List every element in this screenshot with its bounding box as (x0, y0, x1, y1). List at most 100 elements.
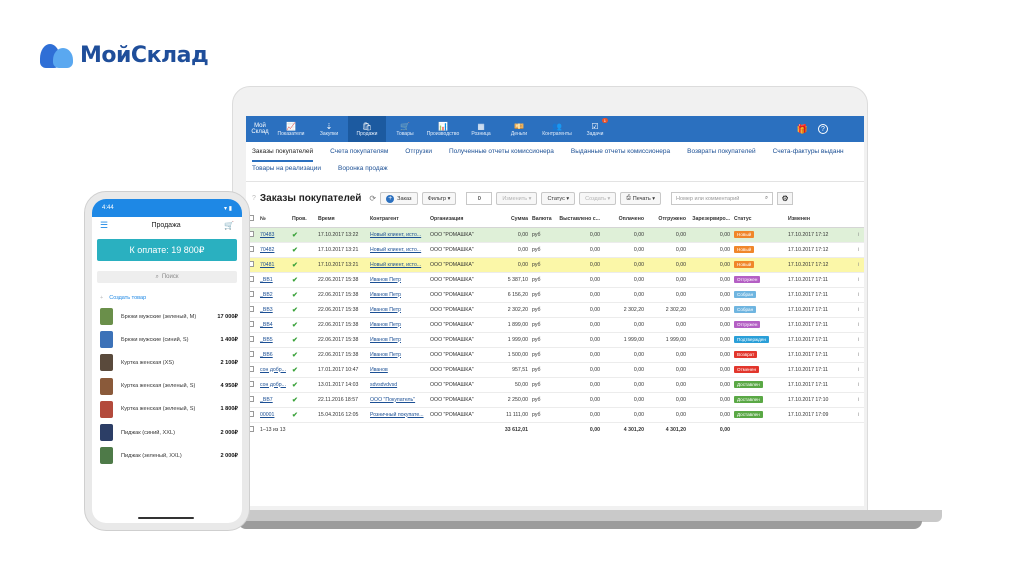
status-badge[interactable]: Доставлен (734, 411, 763, 418)
column-header[interactable]: Зарезервиро... (688, 211, 732, 228)
counterparty-link[interactable]: sdvsdvdvsd (370, 382, 397, 388)
filter-button[interactable]: Фильтр ▾ (421, 192, 457, 205)
search-input[interactable]: Номер или комментарий ⌕ (671, 192, 774, 205)
column-header[interactable] (856, 211, 864, 228)
change-button[interactable]: Изменить ▾ (496, 192, 538, 205)
column-header[interactable]: Изменен (786, 211, 856, 228)
subtab-6[interactable]: Счета-фактуры выданн (773, 148, 844, 162)
table-row[interactable]: _BB4 ✔ 22.06.2017 15:38 Иванов Петр ООО "РОМ… (246, 317, 864, 333)
product-item[interactable]: Куртка женская (зеленый, S) 4 950₽ (92, 375, 242, 398)
column-header[interactable]: Контрагент (368, 211, 428, 228)
product-item[interactable]: Брюки мужские (зеленый, M) 17 000₽ (92, 305, 242, 328)
column-header[interactable]: Оплачено (602, 211, 646, 228)
subtab-row2-0[interactable]: Товары на реализации (252, 165, 321, 179)
counterparty-link[interactable]: Иванов Петр (370, 277, 401, 283)
counterparty-link[interactable]: Новый клиент, исто... (370, 247, 421, 253)
order-number-link[interactable]: 00001 (260, 412, 274, 418)
column-header[interactable]: № (258, 211, 290, 228)
nav-item-1[interactable]: ⇣ Закупки (310, 116, 348, 142)
nav-item-4[interactable]: 📊 Производство (424, 116, 462, 142)
product-item[interactable]: Пиджак (синий, XXL) 2 000₽ (92, 421, 242, 444)
menu-hamburger-icon[interactable]: ☰ (100, 220, 108, 231)
column-header[interactable]: Сумма (490, 211, 530, 228)
subtab-1[interactable]: Счета покупателям (330, 148, 388, 162)
order-number-link[interactable]: сон добр... (260, 382, 286, 388)
order-number-link[interactable]: _BB4 (260, 322, 273, 328)
counterparty-link[interactable]: Розничный покупате... (370, 412, 424, 418)
table-row[interactable]: 70481 ✔ 17.10.2017 13:21 Новый клиент, исто… (246, 257, 864, 273)
nav-item-7[interactable]: 👥 Контрагенты (538, 116, 576, 142)
counterparty-link[interactable]: Иванов (370, 367, 388, 373)
subtab-3[interactable]: Полученные отчеты комиссионера (449, 148, 554, 162)
order-number-link[interactable]: _BB2 (260, 292, 273, 298)
nav-item-6[interactable]: 💴 Деньги (500, 116, 538, 142)
counterparty-link[interactable]: Иванов Петр (370, 337, 401, 343)
nav-item-2[interactable]: 🛍 Продажи (348, 116, 386, 142)
subtab-2[interactable]: Отгрузки (405, 148, 432, 162)
status-badge[interactable]: Отгружен (734, 276, 761, 283)
status-badge[interactable]: Подтвержден (734, 336, 769, 343)
status-badge[interactable]: Отменен (734, 366, 760, 373)
order-number-link[interactable]: 70482 (260, 247, 274, 253)
order-number-link[interactable]: сон добр... (260, 367, 286, 373)
column-header[interactable]: Отгружено (646, 211, 688, 228)
help-icon[interactable]: ? (818, 123, 828, 134)
subtab-row2-1[interactable]: Воронка продаж (338, 165, 388, 179)
nav-item-0[interactable]: 📈 Показатели (272, 116, 310, 142)
gift-icon[interactable]: 🎁 (797, 124, 808, 135)
table-row[interactable]: _BB3 ✔ 22.06.2017 15:38 Иванов Петр ООО "РОМ… (246, 302, 864, 318)
status-badge[interactable]: Доставлен (734, 396, 763, 403)
subtab-5[interactable]: Возвраты покупателей (687, 148, 756, 162)
counterparty-link[interactable]: Иванов Петр (370, 322, 401, 328)
nav-item-5[interactable]: ▦ Розница (462, 116, 500, 142)
product-item[interactable]: Пиджак (зеленый, XXL) 2 000₽ (92, 444, 242, 467)
nav-item-8[interactable]: ☑ Задачи 1 (576, 116, 614, 142)
product-item[interactable]: Куртка женская (XS) 2 100₽ (92, 351, 242, 374)
table-row[interactable]: 70483 ✔ 17.10.2017 13:22 Новый клиент, исто… (246, 227, 864, 243)
counterparty-link[interactable]: Иванов Петр (370, 307, 401, 313)
order-number-link[interactable]: _BB1 (260, 277, 273, 283)
counterparty-link[interactable]: Новый клиент, исто... (370, 262, 421, 268)
subtab-0[interactable]: Заказы покупателей (252, 148, 314, 162)
nav-item-3[interactable]: 🛒 Товары (386, 116, 424, 142)
create-button[interactable]: Создать ▾ (579, 192, 617, 205)
table-row[interactable]: _BB5 ✔ 22.06.2017 15:38 Иванов Петр ООО "РОМ… (246, 332, 864, 348)
status-badge[interactable]: Новый (734, 231, 755, 238)
status-button[interactable]: Статус ▾ (541, 192, 576, 205)
cart-icon[interactable]: 🛒 (224, 221, 234, 230)
counterparty-link[interactable]: Иванов Петр (370, 352, 401, 358)
counterparty-link[interactable]: ООО "Покупатель" (370, 397, 415, 403)
order-number-link[interactable]: _BB3 (260, 307, 273, 313)
order-number-link[interactable]: _BB5 (260, 337, 273, 343)
order-number-link[interactable]: 70481 (260, 262, 274, 268)
product-item[interactable]: Брюки мужские (синий, S) 1 400₽ (92, 328, 242, 351)
order-number-link[interactable]: _BB7 (260, 397, 273, 403)
print-button[interactable]: ⎙ Печать ▾ (620, 192, 662, 205)
order-number-link[interactable]: 70483 (260, 232, 274, 238)
table-row[interactable]: _BB2 ✔ 22.06.2017 15:38 Иванов Петр ООО "РОМ… (246, 287, 864, 303)
refresh-icon[interactable]: ⟳ (369, 194, 376, 203)
column-header[interactable]: Время (316, 211, 368, 228)
table-row[interactable]: _BB7 ✔ 22.11.2016 18:57 ООО "Покупатель" ООО… (246, 392, 864, 408)
status-badge[interactable]: Отгружен (734, 321, 761, 328)
app-brand[interactable]: Мой Склад (248, 123, 272, 135)
order-number-link[interactable]: _BB6 (260, 352, 273, 358)
column-header[interactable]: Пров. (290, 211, 316, 228)
status-badge[interactable]: Доставлен (734, 381, 763, 388)
phone-search-input[interactable]: ⌕ Поиск (97, 271, 237, 283)
status-badge[interactable]: Новый (734, 261, 755, 268)
counterparty-link[interactable]: Новый клиент, исто... (370, 232, 421, 238)
status-badge[interactable]: Новый (734, 246, 755, 253)
product-item[interactable]: Куртка женская (зеленый, S) 1 800₽ (92, 398, 242, 421)
create-product-button[interactable]: + Создать товар (92, 291, 242, 305)
status-badge[interactable]: Собран (734, 306, 757, 313)
pay-button[interactable]: К оплате: 19 800₽ (97, 239, 237, 261)
subtab-4[interactable]: Выданные отчеты комиссионера (571, 148, 670, 162)
table-row[interactable]: 00001 ✔ 15.04.2016 12:05 Розничный покупате… (246, 407, 864, 423)
column-header[interactable]: Валюта (530, 211, 556, 228)
column-header[interactable]: Статус (732, 211, 786, 228)
table-row[interactable]: _BB6 ✔ 22.06.2017 15:38 Иванов Петр ООО "РОМ… (246, 347, 864, 363)
add-order-button[interactable]: + Заказ (380, 192, 418, 205)
table-row[interactable]: сон добр... ✔ 13.01.2017 14:03 sdvsdvdvsd ОО… (246, 377, 864, 393)
status-badge[interactable]: Собран (734, 291, 757, 298)
